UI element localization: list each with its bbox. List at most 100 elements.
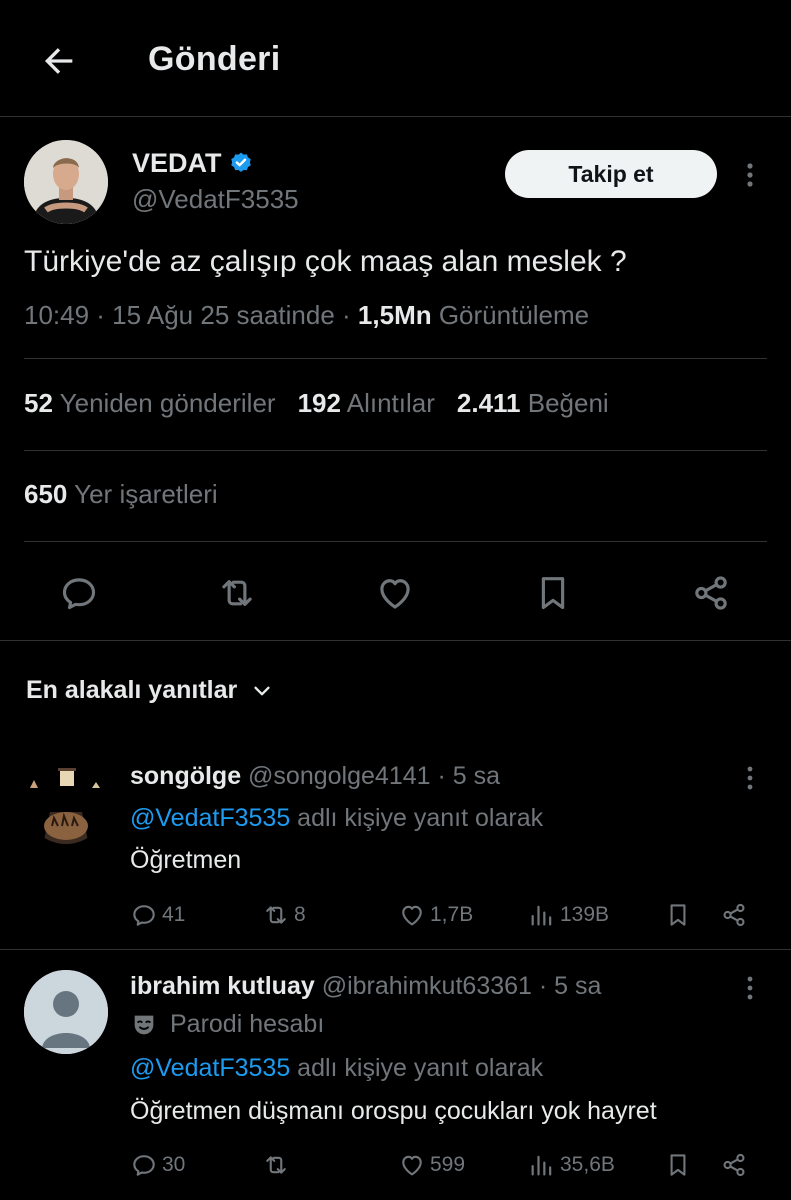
tweet-actions [0, 566, 791, 618]
default-avatar-icon [24, 970, 108, 1054]
reply-author-handle[interactable]: @songolge4141 [241, 762, 430, 790]
reply-bookmark-button[interactable] [664, 1150, 692, 1180]
bookmarks-label: Yer işaretleri [67, 479, 218, 509]
parody-label: Parodi hesabı [130, 1010, 324, 1039]
likes-stat[interactable]: 2.411 Beğeni [457, 388, 609, 418]
bookmark-icon [670, 904, 686, 926]
reply-share-button[interactable] [720, 900, 748, 930]
bookmark-icon[interactable] [532, 572, 574, 614]
arrow-left-icon [44, 48, 73, 74]
reply-header: ibrahim kutluay @ibrahimkut63361 · 5 sa [130, 972, 601, 1001]
reply-share-button[interactable] [720, 1150, 748, 1180]
repost-count: 8 [294, 903, 306, 926]
repost-icon [266, 1156, 286, 1174]
person-photo-icon [24, 140, 108, 224]
like-icon[interactable] [374, 572, 416, 614]
reply-comment-button[interactable]: 41 [130, 900, 185, 930]
bookmark-icon [670, 1154, 686, 1176]
likes-count: 2.411 [456, 388, 521, 418]
reply-item[interactable]: ibrahim kutluay @ibrahimkut63361 · 5 sa … [0, 960, 791, 1200]
replies-sort-dropdown[interactable]: En alakalı yanıtlar [26, 676, 273, 705]
share-icon[interactable] [690, 572, 732, 614]
top-bar: Gönderi [0, 0, 791, 117]
quotes-label: Alıntılar [340, 388, 435, 418]
theater-mask-icon [134, 1015, 154, 1034]
divider [24, 450, 767, 451]
divider [0, 949, 791, 950]
reply-item[interactable]: songölge @songolge4141 · 5 sa @VedatF353… [0, 750, 791, 950]
divider [24, 358, 767, 359]
verified-badge-icon [230, 152, 251, 172]
parody-text: Parodi hesabı [170, 1010, 325, 1038]
reply-author-handle[interactable]: @ibrahimkut63361 [315, 972, 532, 1000]
views-count: 35,6B [560, 1153, 615, 1176]
back-button[interactable] [36, 38, 82, 84]
engagement-stats: 52 Yeniden gönderiler 192 Alıntılar 2.411 … [24, 388, 631, 419]
reply-icon [133, 1155, 155, 1176]
tweet-text: Türkiye'de az çalışıp çok maaş alan mesl… [24, 245, 627, 278]
quotes-stat[interactable]: 192 Alıntılar [298, 388, 435, 418]
reply-author-name[interactable]: songölge [130, 762, 241, 790]
divider [0, 640, 791, 641]
tweet-meta: 10:49 · 15 Ağu 25 saatinde · 1,5Mn Görün… [24, 300, 589, 331]
bookmarks-stat: 650 Yer işaretleri [24, 479, 218, 510]
views-label: Görüntüleme [431, 300, 590, 330]
reply-to-mention[interactable]: @VedatF3535 [130, 804, 290, 832]
like-count: 1,7B [430, 903, 474, 926]
views-chart-icon [531, 1155, 552, 1176]
reply-header: songölge @songolge4141 · 5 sa [130, 762, 500, 791]
quotes-count: 192 [297, 388, 341, 418]
chevron-down-icon [254, 686, 270, 695]
reposts-stat[interactable]: 52 Yeniden gönderiler [24, 388, 276, 418]
reply-repost-button[interactable]: 8 [262, 900, 306, 930]
share-icon [723, 1153, 745, 1177]
views-chart-icon [531, 905, 552, 926]
repost-icon[interactable] [216, 572, 258, 614]
reply-to-line: @VedatF3535 adlı kişiye yanıt olarak [130, 1054, 543, 1083]
repost-icon [266, 906, 286, 924]
more-options-icon[interactable] [740, 764, 760, 792]
reply-to-mention[interactable]: @VedatF3535 [130, 1054, 290, 1082]
like-icon [402, 1155, 422, 1176]
like-icon [402, 905, 422, 926]
comment-count: 30 [162, 1153, 186, 1176]
more-options-icon[interactable] [739, 160, 761, 190]
tweet-timestamp[interactable]: 10:49 · 15 Ağu 25 saatinde · [24, 300, 358, 330]
views-count: 139B [560, 903, 610, 926]
more-options-icon[interactable] [740, 974, 760, 1002]
tweet-author: VEDAT @VedatF3535 Takip et [24, 140, 791, 224]
reply-repost-button[interactable] [262, 1150, 294, 1180]
reply-icon [133, 905, 155, 926]
sort-label: En alakalı yanıtlar [26, 676, 238, 704]
reply-comment-button[interactable]: 30 [130, 1150, 185, 1180]
reply-bookmark-button[interactable] [664, 900, 692, 930]
reposts-label: Yeniden gönderiler [52, 388, 276, 418]
share-icon [723, 903, 745, 927]
reply-icon[interactable] [58, 572, 100, 614]
reply-like-button[interactable]: 1,7B [398, 900, 473, 930]
reply-time: · 5 sa [531, 972, 602, 1000]
reply-avatar[interactable] [24, 970, 108, 1054]
comment-count: 41 [162, 903, 186, 926]
author-name[interactable]: VEDAT [132, 148, 254, 179]
reply-avatar[interactable] [24, 760, 108, 844]
page-title: Gönderi [148, 40, 281, 78]
reply-like-button[interactable]: 599 [398, 1150, 465, 1180]
reply-author-name[interactable]: ibrahim kutluay [130, 972, 315, 1000]
reply-time: · 5 sa [430, 762, 501, 790]
likes-label: Beğeni [520, 388, 609, 418]
reply-to-line: @VedatF3535 adlı kişiye yanıt olarak [130, 804, 543, 833]
divider [24, 541, 767, 542]
author-avatar[interactable] [24, 140, 108, 224]
reply-text: Öğretmen düşmanı orospu çocukları yok ha… [130, 1097, 657, 1125]
follow-button[interactable]: Takip et [505, 150, 717, 198]
gothic-scene-icon [24, 760, 108, 844]
reply-views-button[interactable]: 35,6B [528, 1150, 615, 1180]
reply-text: Öğretmen [130, 846, 242, 874]
like-count: 599 [430, 1153, 466, 1176]
reposts-count: 52 [24, 388, 53, 418]
reply-to-suffix: adlı kişiye yanıt olarak [290, 1054, 544, 1082]
views-count: 1,5Mn [357, 300, 432, 330]
reply-views-button[interactable]: 139B [528, 900, 609, 930]
author-handle[interactable]: @VedatF3535 [132, 184, 299, 215]
